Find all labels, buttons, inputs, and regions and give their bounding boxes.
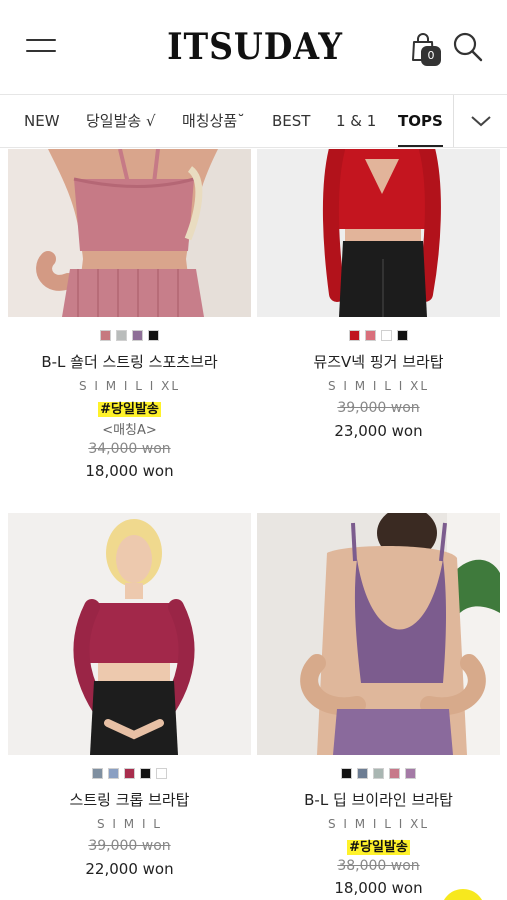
color-swatch[interactable] [349, 330, 360, 341]
top-header: ITSUDAY 0 [0, 0, 507, 94]
color-swatches [8, 330, 251, 341]
product-card[interactable]: B-L 숄더 스트링 스포츠브라 S I M I L I XL #당일발송 <매… [8, 149, 251, 489]
product-name[interactable]: 스트링 크롭 브라탑 [8, 789, 251, 810]
category-nav: NEW 당일발송 √ 매칭상품˘ BEST 1 & 1 TOPS [0, 94, 507, 148]
product-name[interactable]: B-L 딥 브이라인 브라탑 [257, 789, 500, 810]
color-swatch[interactable] [116, 330, 127, 341]
same-day-tag: #당일발송 [8, 398, 251, 417]
product-card[interactable]: 스트링 크롭 브라탑 S I M I L 39,000 won 22,000 w… [8, 513, 251, 883]
tab-best[interactable]: BEST [272, 95, 310, 147]
search-button[interactable] [452, 31, 484, 63]
original-price: 39,000 won [88, 838, 171, 854]
hamburger-menu-icon[interactable] [26, 38, 56, 56]
tab-1and1[interactable]: 1 & 1 [336, 95, 376, 147]
cart-count-badge: 0 [421, 46, 441, 66]
color-swatch[interactable] [100, 330, 111, 341]
color-swatch[interactable] [341, 768, 352, 779]
site-logo[interactable]: ITSUDAY [158, 24, 351, 70]
color-swatch[interactable] [405, 768, 416, 779]
color-swatch[interactable] [381, 330, 392, 341]
color-swatches [257, 330, 500, 341]
color-swatch[interactable] [148, 330, 159, 341]
same-day-tag-label: #당일발송 [347, 840, 410, 855]
product-card[interactable]: B-L 딥 브이라인 브라탑 S I M I L I XL #당일발송 38,0… [257, 513, 500, 900]
color-swatch[interactable] [397, 330, 408, 341]
original-price: 34,000 won [88, 441, 171, 457]
color-swatch[interactable] [132, 330, 143, 341]
category-expand-button[interactable] [453, 95, 507, 147]
same-day-tag-label: #당일발송 [98, 402, 161, 417]
color-swatch[interactable] [373, 768, 384, 779]
sale-price: 22,000 won [85, 860, 174, 878]
color-swatch[interactable] [92, 768, 103, 779]
original-price: 39,000 won [337, 400, 420, 416]
search-icon [453, 32, 483, 62]
original-price: 38,000 won [337, 858, 420, 874]
product-sizes: S I M I L [97, 817, 162, 831]
color-swatch[interactable] [156, 768, 167, 779]
product-image[interactable] [8, 513, 251, 755]
product-image[interactable] [257, 149, 500, 317]
color-swatch[interactable] [140, 768, 151, 779]
color-swatch[interactable] [108, 768, 119, 779]
cart-button[interactable]: 0 [408, 30, 442, 66]
color-swatch[interactable] [365, 330, 376, 341]
product-name[interactable]: B-L 숄더 스트링 스포츠브라 [8, 351, 251, 372]
sale-price: 18,000 won [85, 462, 174, 480]
color-swatch[interactable] [389, 768, 400, 779]
color-swatches [8, 768, 251, 779]
color-swatches [257, 768, 500, 779]
product-card[interactable]: 뮤즈V넥 핑거 브라탑 S I M I L I XL 39,000 won 23… [257, 149, 500, 449]
tab-new[interactable]: NEW [24, 95, 60, 147]
tab-same-day[interactable]: 당일발송 √ [86, 95, 156, 147]
product-image[interactable] [8, 149, 251, 317]
tab-matching[interactable]: 매칭상품˘ [182, 95, 245, 147]
product-sizes: S I M I L I XL [327, 817, 430, 831]
tab-tops[interactable]: TOPS [398, 95, 443, 147]
product-image[interactable] [257, 513, 500, 755]
product-note: <매칭A> [102, 423, 157, 438]
product-sizes: S I M I L I XL [327, 379, 430, 393]
product-sizes: S I M I L I XL [78, 379, 181, 393]
chevron-down-icon [471, 116, 491, 127]
product-name[interactable]: 뮤즈V넥 핑거 브라탑 [257, 351, 500, 372]
sale-price: 23,000 won [334, 422, 423, 440]
color-swatch[interactable] [124, 768, 135, 779]
color-swatch[interactable] [357, 768, 368, 779]
same-day-tag: #당일발송 [257, 836, 500, 855]
